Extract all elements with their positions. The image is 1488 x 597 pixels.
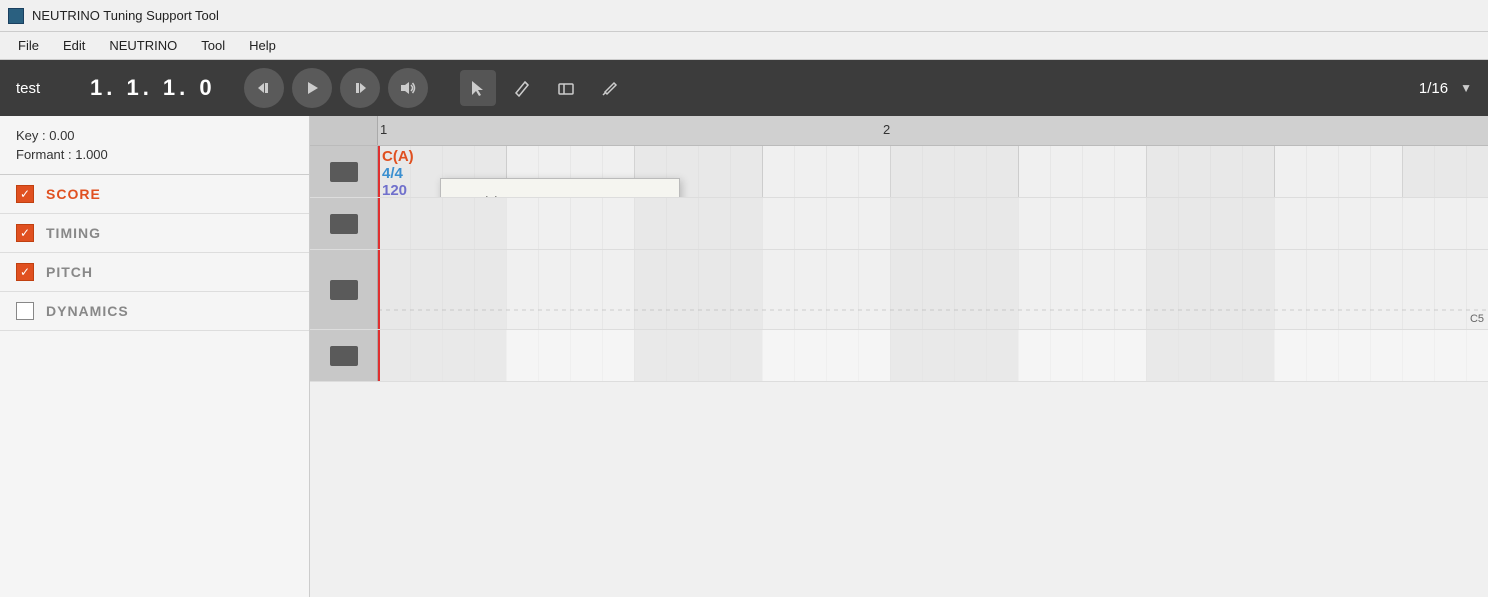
editor-area: 1 2: [310, 116, 1488, 597]
score-labels: C(A) 4/4 120: [382, 148, 414, 197]
rewind-button[interactable]: [244, 68, 284, 108]
score-checkbox[interactable]: ✓: [16, 185, 34, 203]
score-row: C(A) 4/4 120 Add Tempo Add Time Signatur…: [310, 146, 1488, 198]
title-bar: NEUTRINO Tuning Support Tool: [0, 0, 1488, 32]
volume-button[interactable]: [388, 68, 428, 108]
measure-1: 1: [380, 122, 387, 137]
timing-handle[interactable]: [330, 214, 358, 234]
timing-track-section: ✓ TIMING: [0, 214, 309, 253]
tempo-label: 120: [382, 182, 414, 197]
time-sig-label: 4/4: [382, 165, 414, 182]
sidebar-params: Key : 0.00 Formant : 1.000: [0, 116, 309, 175]
key-label: C(A): [382, 148, 414, 165]
dynamics-handle[interactable]: [330, 346, 358, 366]
context-menu: Add Tempo Add Time Signature Add Key Sig…: [440, 178, 680, 197]
score-track-section: ✓ SCORE: [0, 175, 309, 214]
timing-content[interactable]: [378, 198, 1488, 249]
playhead-score: [378, 146, 380, 197]
menu-edit[interactable]: Edit: [51, 36, 97, 55]
toolbar: test 1. 1. 1. 0: [0, 60, 1488, 116]
pitch-track-label: PITCH: [46, 264, 93, 280]
timing-control: [310, 198, 378, 249]
sidebar: Key : 0.00 Formant : 1.000 ✓ SCORE ✓ TIM…: [0, 116, 310, 597]
score-handle[interactable]: [330, 162, 358, 182]
dynamics-content[interactable]: [378, 330, 1488, 381]
playhead-timing: [378, 198, 380, 249]
forward-button[interactable]: [340, 68, 380, 108]
quantize-display: 1/16: [1419, 80, 1448, 97]
menu-neutrino[interactable]: NEUTRINO: [97, 36, 189, 55]
select-tool-button[interactable]: [460, 70, 496, 106]
timing-grid: [378, 198, 1488, 249]
timing-row: [310, 198, 1488, 250]
header-spacer: [310, 116, 378, 145]
erase-tool-button[interactable]: [548, 70, 584, 106]
pitch-row: C5: [310, 250, 1488, 330]
playhead-pitch: [378, 250, 380, 329]
dynamics-track-label: DYNAMICS: [46, 303, 129, 319]
score-content[interactable]: C(A) 4/4 120 Add Tempo Add Time Signatur…: [378, 146, 1488, 197]
measure-header: 1 2: [310, 116, 1488, 146]
key-param: Key : 0.00: [16, 128, 293, 143]
add-tempo-item[interactable]: Add Tempo: [441, 185, 679, 197]
app-icon: [8, 8, 24, 24]
menu-file[interactable]: File: [6, 36, 51, 55]
pitch-content[interactable]: C5: [378, 250, 1488, 329]
position-display: 1. 1. 1. 0: [90, 75, 216, 101]
timing-track-label: TIMING: [46, 225, 101, 241]
pencil-tool-button[interactable]: [592, 70, 628, 106]
timing-checkbox[interactable]: ✓: [16, 224, 34, 242]
menu-help[interactable]: Help: [237, 36, 288, 55]
dynamics-checkbox[interactable]: [16, 302, 34, 320]
pitch-track-section: ✓ PITCH: [0, 253, 309, 292]
pitch-control: [310, 250, 378, 329]
dynamics-track-section: DYNAMICS: [0, 292, 309, 331]
c5-label: C5: [1470, 313, 1484, 325]
app-title: NEUTRINO Tuning Support Tool: [32, 8, 219, 23]
playhead-dynamics: [378, 330, 380, 381]
dynamics-row: [310, 330, 1488, 382]
play-button[interactable]: [292, 68, 332, 108]
pitch-handle[interactable]: [330, 280, 358, 300]
formant-param: Formant : 1.000: [16, 147, 293, 162]
pitch-checkbox[interactable]: ✓: [16, 263, 34, 281]
menu-bar: File Edit NEUTRINO Tool Help: [0, 32, 1488, 60]
pitch-grid: [378, 250, 1488, 329]
dynamics-grid: [378, 330, 1488, 381]
measure-numbers: 1 2: [378, 116, 1488, 145]
quantize-dropdown-arrow[interactable]: ▼: [1460, 81, 1472, 95]
track-rows: C(A) 4/4 120 Add Tempo Add Time Signatur…: [310, 146, 1488, 597]
main-content: Key : 0.00 Formant : 1.000 ✓ SCORE ✓ TIM…: [0, 116, 1488, 597]
measure-2: 2: [883, 122, 890, 137]
score-control: [310, 146, 378, 197]
menu-tool[interactable]: Tool: [189, 36, 237, 55]
track-name: test: [16, 80, 66, 97]
score-track-label: SCORE: [46, 186, 101, 202]
edit-tool-button[interactable]: [504, 70, 540, 106]
dynamics-control: [310, 330, 378, 381]
